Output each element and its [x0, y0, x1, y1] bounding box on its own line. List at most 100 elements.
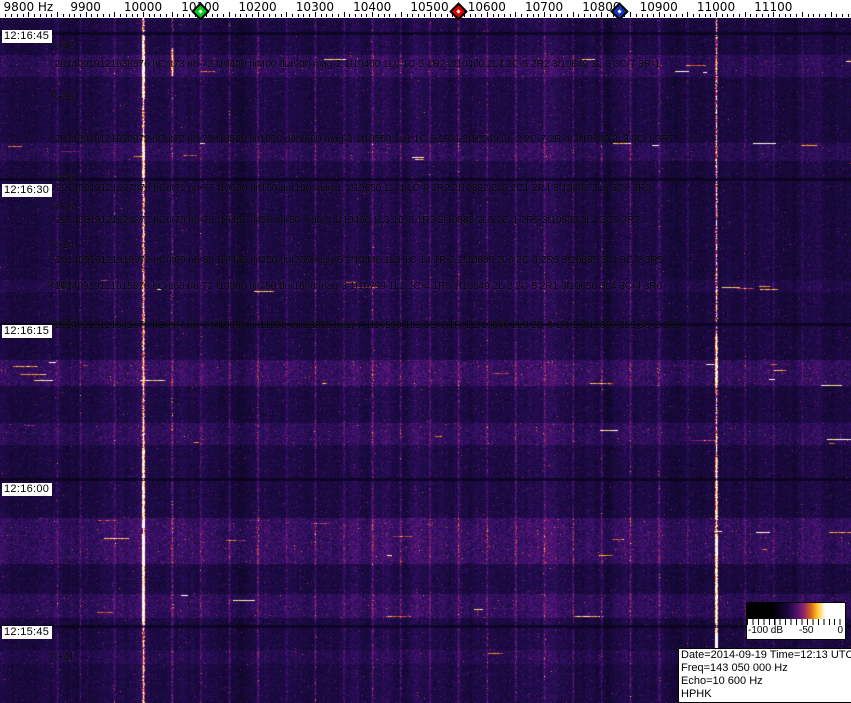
edge-tick-mark: `: [0, 310, 4, 322]
axis-tick: [733, 14, 735, 17]
axis-tick: [183, 14, 185, 17]
axis-tick: [177, 14, 179, 17]
axis-tick: [68, 14, 70, 17]
axis-tick: [412, 14, 414, 17]
axis-tick: [635, 14, 637, 17]
axis-tick: [62, 14, 64, 17]
axis-tick: [440, 14, 442, 17]
axis-tick: [303, 14, 305, 17]
axis-tick: [727, 14, 729, 17]
axis-tick: [377, 14, 379, 17]
time-label: 12:15:45: [2, 626, 53, 639]
axis-tick: [297, 14, 299, 17]
axis-tick: [681, 14, 683, 17]
axis-tick: [45, 14, 47, 17]
time-label: 12:16:15: [2, 325, 53, 338]
edge-tick-mark: `: [0, 133, 4, 145]
axis-tick: [154, 14, 156, 17]
axis-tick: [366, 14, 368, 17]
axis-tick: [738, 14, 740, 17]
axis-tick: [418, 14, 420, 17]
axis-tick: [39, 14, 41, 17]
t-plus-mark: ^t+41: [50, 652, 75, 663]
info-echo: Echo=10 600 Hz: [681, 675, 763, 687]
axis-tick: [481, 14, 483, 17]
axis-tick: [836, 14, 838, 17]
t-plus-mark: ^t+43: [50, 41, 75, 52]
t-plus-mark: ^t+27: [51, 202, 76, 213]
axis-tick: [355, 14, 356, 17]
axis-tick: [578, 14, 580, 17]
axis-tick: [595, 14, 597, 17]
axis-tick: [360, 14, 362, 17]
edge-tick-mark: `: [0, 90, 4, 102]
axis-tick: [160, 14, 162, 17]
axis-tick: [830, 12, 832, 17]
axis-tick: [784, 14, 786, 17]
axis-tick-label: 11100: [754, 0, 793, 14]
axis-tick: [16, 14, 18, 17]
spectrogram-canvas[interactable]: [0, 18, 851, 703]
edge-tick-mark: `: [0, 27, 4, 39]
detection-text-row: 20140919121630972 hCnt72 nb-73 f10550 hi…: [55, 134, 675, 145]
axis-tick: [435, 14, 437, 17]
axis-tick: [446, 14, 448, 17]
axis-tick: [11, 14, 13, 17]
edge-tick-mark: `: [0, 277, 4, 289]
axis-tick: [165, 14, 167, 17]
axis-tick: [567, 14, 569, 17]
axis-tick: [589, 14, 591, 17]
marker-center-dot: [617, 9, 622, 14]
colorbar-labels: -100 dB -50 0: [747, 625, 845, 638]
axis-tick: [274, 14, 276, 17]
axis-tick: [521, 14, 523, 17]
axis-tick: [509, 14, 511, 17]
detection-text-row: 20140919121619972 hCnt69 nb-80 f10446 hi…: [56, 255, 664, 266]
axis-tick: [761, 14, 763, 17]
edge-tick-mark: `: [0, 200, 4, 212]
axis-tick: [498, 14, 500, 17]
axis-tick: [847, 14, 849, 17]
axis-tick: [469, 14, 471, 17]
axis-tick: [423, 14, 425, 17]
colorbar-gradient: [747, 603, 845, 619]
axis-tick: [670, 14, 672, 17]
axis-tick: [607, 14, 609, 17]
axis-tick: [51, 14, 53, 17]
axis-tick: [406, 14, 408, 17]
colorbar: -100 dB -50 0: [746, 602, 846, 640]
axis-tick: [756, 14, 758, 17]
axis-tick: [555, 14, 557, 17]
axis-tick: [842, 14, 844, 17]
axis-tick: [234, 14, 236, 17]
axis-tick: [97, 14, 99, 17]
axis-tick: [291, 14, 293, 17]
info-frequency: Freq=143 050 000 Hz: [681, 662, 788, 674]
axis-tick: [337, 14, 339, 17]
axis-tick: [790, 14, 792, 17]
axis-tick: [22, 14, 24, 17]
axis-tick: [767, 14, 769, 17]
axis-tick: [188, 14, 190, 17]
axis-tick: [807, 14, 809, 17]
detection-text-row: 20140919121615876 hCnt68 nb-72 f10800 hi…: [55, 281, 663, 292]
frequency-axis: 9800 Hz990010000101001020010300104001050…: [0, 0, 851, 21]
time-label: 12:16:00: [2, 483, 53, 496]
edge-tick-mark: `: [0, 649, 4, 661]
axis-tick: [796, 14, 798, 17]
time-label: 12:16:45: [2, 30, 53, 43]
axis-tick: [148, 14, 150, 17]
meteor-echo-spectrogram-window: 9800 Hz990010000101001020010300104001050…: [0, 0, 851, 703]
axis-tick: [750, 14, 752, 17]
detection-text-row: 20140919121627876 hCnt71 nb-77 f10650 hi…: [56, 183, 651, 194]
axis-tick: [383, 14, 385, 17]
axis-tick: [120, 14, 122, 17]
axis-tick: [5, 14, 7, 17]
colorbar-label-mid: -50: [799, 625, 814, 636]
axis-tick: [675, 14, 677, 17]
axis-tick: [549, 14, 551, 17]
axis-tick: [819, 14, 821, 17]
axis-tick: [538, 14, 540, 17]
axis-tick: [309, 14, 311, 17]
axis-tick: [223, 14, 225, 17]
